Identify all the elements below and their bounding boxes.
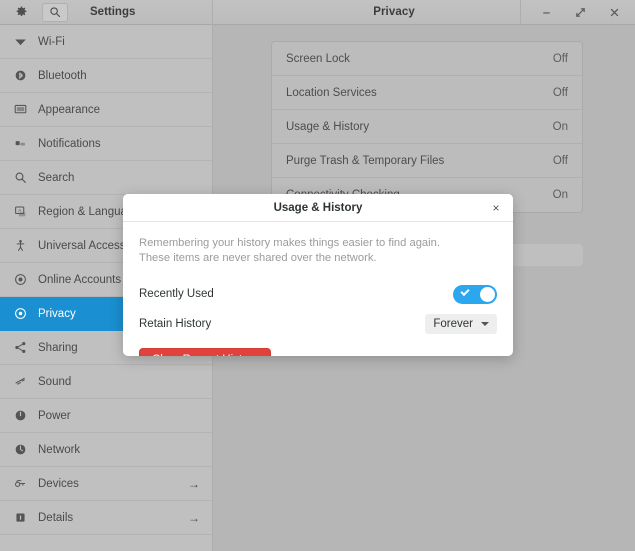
table-row[interactable]: Usage & History On bbox=[272, 110, 582, 144]
details-icon bbox=[10, 511, 30, 524]
sidebar-item-notifications[interactable]: Notifications bbox=[0, 127, 212, 161]
sidebar-item-label: Notifications bbox=[38, 137, 101, 150]
row-value: On bbox=[552, 189, 568, 201]
recently-used-row: Recently Used bbox=[139, 280, 497, 308]
retain-history-value: Forever bbox=[433, 318, 473, 330]
maximize-icon[interactable] bbox=[573, 5, 587, 19]
bluetooth-icon bbox=[10, 69, 30, 82]
sidebar-item-arrow: → bbox=[188, 476, 200, 491]
network-icon bbox=[10, 443, 30, 456]
sidebar-item-label: Devices bbox=[38, 477, 79, 490]
devices-icon bbox=[10, 477, 30, 490]
sidebar-item-label: Bluetooth bbox=[38, 69, 87, 82]
dialog-header: Usage & History × bbox=[123, 194, 513, 222]
row-label: Screen Lock bbox=[286, 52, 350, 65]
row-label: Purge Trash & Temporary Files bbox=[286, 154, 445, 167]
sidebar-item-bluetooth[interactable]: Bluetooth bbox=[0, 59, 212, 93]
dialog-description-line-2: These items are never shared over the ne… bbox=[139, 252, 377, 264]
sidebar-item-appearance[interactable]: Appearance bbox=[0, 93, 212, 127]
privacy-eye-icon bbox=[10, 307, 30, 320]
search-icon-button[interactable] bbox=[42, 2, 68, 22]
sidebar-item-label: Sound bbox=[38, 375, 72, 388]
retain-history-label: Retain History bbox=[139, 318, 212, 330]
retain-history-row: Retain History Forever bbox=[139, 310, 497, 338]
privacy-options-list: Screen Lock Off Location Services Off Us… bbox=[271, 41, 583, 213]
sidebar-item-label: Details bbox=[38, 511, 74, 524]
sidebar-item-search[interactable]: Search bbox=[0, 161, 212, 195]
row-label: Usage & History bbox=[286, 120, 370, 133]
check-icon bbox=[460, 286, 470, 296]
dialog-title: Usage & History bbox=[273, 201, 363, 214]
table-row[interactable]: Screen Lock Off bbox=[272, 42, 582, 76]
sidebar-title: Settings bbox=[90, 6, 136, 18]
recently-used-toggle[interactable] bbox=[453, 284, 497, 304]
dialog-description-line-1: Remembering your history makes things ea… bbox=[139, 237, 440, 249]
sidebar-item-sound[interactable]: Sound bbox=[0, 365, 212, 399]
dialog-body: Remembering your history makes things ea… bbox=[123, 222, 513, 356]
table-row[interactable]: Location Services Off bbox=[272, 76, 582, 110]
window-title-area: Privacy bbox=[213, 0, 635, 25]
row-label: Location Services bbox=[286, 86, 377, 99]
sidebar-item-label: Appearance bbox=[38, 103, 101, 116]
toggle-knob bbox=[480, 286, 495, 302]
window-controls bbox=[520, 0, 635, 25]
clear-recent-history-button[interactable]: Clear Recent History bbox=[139, 348, 272, 356]
row-value: Off bbox=[552, 52, 568, 65]
search-icon bbox=[10, 171, 30, 184]
online-accounts-icon bbox=[10, 273, 30, 286]
sidebar-item-details[interactable]: Details → bbox=[0, 501, 212, 535]
notifications-icon bbox=[10, 137, 30, 150]
title-bar: Settings Privacy bbox=[0, 0, 635, 25]
sound-icon bbox=[10, 375, 30, 388]
retain-history-dropdown[interactable]: Forever bbox=[425, 314, 497, 334]
row-value: On bbox=[552, 120, 568, 133]
gear-icon[interactable] bbox=[8, 3, 34, 22]
region-language-icon: A bbox=[10, 205, 30, 218]
row-value: Off bbox=[552, 154, 568, 167]
close-icon[interactable] bbox=[607, 5, 621, 19]
sidebar-item-arrow: → bbox=[188, 510, 200, 525]
minimize-icon[interactable] bbox=[539, 5, 553, 19]
appearance-icon bbox=[10, 103, 30, 116]
table-row[interactable]: Purge Trash & Temporary Files Off bbox=[272, 144, 582, 178]
sidebar-item-label: Search bbox=[38, 171, 75, 184]
sharing-icon bbox=[10, 341, 30, 354]
search-icon bbox=[50, 7, 61, 18]
accessibility-icon bbox=[10, 239, 30, 252]
recently-used-label: Recently Used bbox=[139, 288, 214, 300]
power-icon bbox=[10, 409, 30, 422]
settings-window: Settings Privacy Wi-Fi Bluetooth Appeara… bbox=[0, 0, 635, 551]
row-value: Off bbox=[552, 86, 568, 99]
wifi-icon bbox=[10, 35, 30, 48]
sidebar-item-devices[interactable]: Devices → bbox=[0, 467, 212, 501]
sidebar-item-label: Wi-Fi bbox=[38, 35, 65, 48]
chevron-down-icon bbox=[481, 322, 489, 326]
sidebar-item-power[interactable]: Power bbox=[0, 399, 212, 433]
dialog-description: Remembering your history makes things ea… bbox=[139, 236, 497, 266]
sidebar-item-wifi[interactable]: Wi-Fi bbox=[0, 25, 212, 59]
usage-history-dialog: Usage & History × Remembering your histo… bbox=[123, 194, 513, 356]
sidebar-item-label: Power bbox=[38, 409, 71, 422]
sidebar-item-network[interactable]: Network bbox=[0, 433, 212, 467]
close-icon[interactable]: × bbox=[489, 201, 503, 215]
sidebar-item-label: Network bbox=[38, 443, 81, 456]
